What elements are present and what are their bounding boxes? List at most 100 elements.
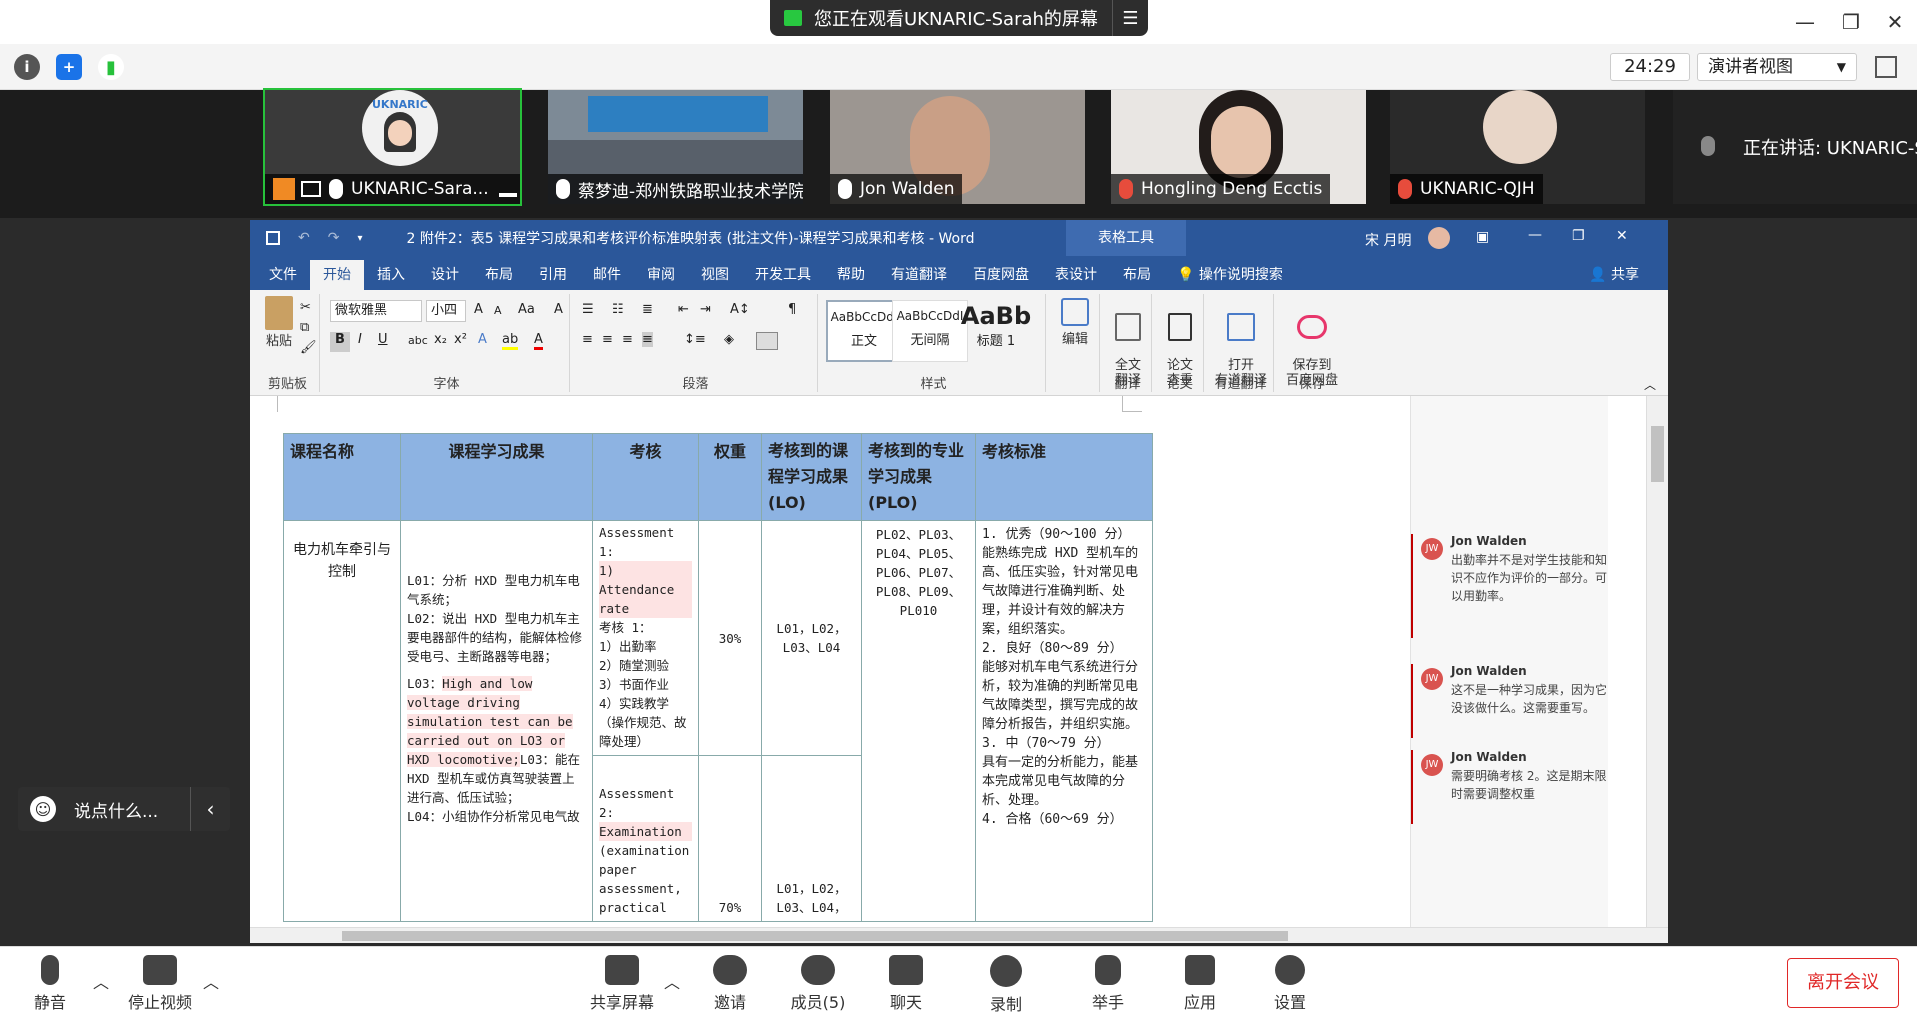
copy-icon[interactable]: ⧉ [300,320,309,335]
minimize-icon[interactable]: — [1528,227,1542,243]
tab-design[interactable]: 设计 [418,260,472,290]
emoji-icon[interactable]: ☺ [30,796,56,822]
tab-help[interactable]: 帮助 [824,260,878,290]
shield-icon[interactable]: + [56,54,82,80]
chat-input-widget[interactable]: ☺ 说点什么... ‹ [18,787,230,831]
edit-button[interactable]: 编辑 [1056,298,1094,347]
course-name-cell[interactable]: 电力机车牵引与控制 [283,520,401,922]
borders-icon[interactable] [756,332,778,350]
numbering-icon[interactable]: ☷ [612,302,624,317]
underline-icon[interactable]: U [378,332,388,347]
decrease-indent-icon[interactable]: ⇤ [678,302,689,317]
lo-1-cell[interactable]: L01，L02，L03、L04 [761,520,862,756]
italic-icon[interactable]: I [358,332,362,347]
restore-icon[interactable]: ❐ [1572,228,1585,244]
tab-file[interactable]: 文件 [256,260,310,290]
font-color-icon[interactable]: A [534,332,543,350]
tab-view[interactable]: 视图 [688,260,742,290]
horizontal-scrollbar[interactable] [250,927,1668,943]
tab-youdao[interactable]: 有道翻译 [878,260,960,290]
line-spacing-icon[interactable]: ↕≡ [684,332,706,347]
grow-font-icon[interactable]: A [474,302,483,317]
cut-icon[interactable]: ✂ [300,300,311,315]
text-effects-icon[interactable]: A [478,332,487,347]
close-icon[interactable]: ✕ [1616,228,1628,244]
quick-access-dropdown-icon[interactable]: ▾ [357,233,362,244]
increase-indent-icon[interactable]: ⇥ [700,302,711,317]
ribbon-display-icon[interactable]: ▣ [1476,229,1489,245]
change-case-icon[interactable]: Aa [518,302,535,317]
fullscreen-icon[interactable] [1875,56,1897,78]
shading-icon[interactable]: ◈ [724,332,734,347]
comment-card[interactable]: JW Jon Walden 需要明确考核 2。这是期末限时需要调整权重 [1411,750,1611,824]
chat-button[interactable]: 聊天 [866,955,946,1013]
align-right-icon[interactable]: ≡ [622,332,633,347]
chevron-up-icon[interactable]: ︿ [203,969,219,993]
participants-button[interactable]: 成员(5) [778,955,858,1013]
undo-icon[interactable]: ↶ [298,230,310,246]
close-icon[interactable]: ✕ [1880,8,1910,36]
video-tile-hongling-deng[interactable]: Hongling Deng Ecctis [1111,90,1366,204]
video-tile-qjh[interactable]: UKNARIC-QJH [1390,90,1645,204]
user-avatar[interactable] [1428,227,1450,249]
font-size-select[interactable]: 小四 [426,300,466,322]
font-name-select[interactable]: 微软雅黑 [330,300,422,322]
paste-button[interactable]: 粘贴 [262,296,296,349]
video-tile-jon-walden[interactable]: Jon Walden [830,90,1085,204]
comment-card[interactable]: JW Jon Walden 出勤率并不是对学生技能和知识不应作为评价的一部分。可… [1411,534,1611,638]
justify-icon[interactable]: ≡ [642,332,653,347]
tab-home[interactable]: 开始 [310,260,364,290]
view-mode-button[interactable]: 演讲者视图 ▼ [1697,53,1857,81]
info-icon[interactable]: i [14,54,40,80]
invite-button[interactable]: 邀请 [690,955,770,1013]
apps-button[interactable]: 应用 [1160,955,1240,1013]
minimize-icon[interactable]: — [1790,8,1820,36]
style-no-spacing[interactable]: AaBbCcDdI 无间隔 [892,300,968,362]
settings-button[interactable]: 设置 [1250,955,1330,1013]
assessment-1-cell[interactable]: Assessment 1: 1) Attendance rate 考核 1： 1… [592,520,699,756]
tab-layout[interactable]: 布局 [472,260,526,290]
clear-format-icon[interactable]: A [554,302,563,317]
tab-table-layout[interactable]: 布局 [1110,260,1164,290]
redo-icon[interactable]: ↷ [328,230,340,246]
multilevel-list-icon[interactable]: ≣ [642,302,653,317]
subscript-icon[interactable]: x₂ [434,332,447,347]
format-painter-icon[interactable]: 🖌 [300,340,317,355]
chevron-up-icon[interactable]: ︿ [93,969,109,993]
video-tile-classroom[interactable]: 蔡梦迪-郑州铁路职业技术学院 [548,90,803,204]
lo-2-cell[interactable]: L01，L02，L03、L04， [761,755,862,922]
learning-outcomes-cell[interactable]: L01：分析 HXD 型电力机车电气系统； L02：说出 HXD 型电力机车主要… [400,520,593,922]
bullets-icon[interactable]: ☰ [582,302,594,317]
show-marks-icon[interactable]: ¶ [788,302,796,317]
scroll-thumb[interactable] [342,931,1288,941]
strikethrough-icon[interactable]: abc [408,334,428,347]
vertical-scrollbar[interactable] [1646,396,1668,927]
collapse-ribbon-icon[interactable]: ︿ [1644,376,1656,393]
record-button[interactable]: 录制 [966,955,1046,1015]
align-left-icon[interactable]: ≡ [582,332,593,347]
tab-insert[interactable]: 插入 [364,260,418,290]
tab-developer[interactable]: 开发工具 [742,260,824,290]
video-tile-sarah[interactable]: UKNARIC UKNARIC-Sara... [263,88,522,206]
tab-table-design[interactable]: 表设计 [1042,260,1110,290]
share-button[interactable]: 👤 共享 [1576,260,1652,290]
chevron-left-icon[interactable]: ‹ [190,787,230,831]
raise-hand-button[interactable]: 举手 [1068,955,1148,1013]
shrink-font-icon[interactable]: A [494,304,502,317]
menu-icon[interactable]: ☰ [1112,0,1148,36]
tab-review[interactable]: 审阅 [634,260,688,290]
style-heading-1[interactable]: AaBb 标题 1 [958,300,1034,362]
superscript-icon[interactable]: x² [454,332,467,347]
criteria-cell[interactable]: 1. 优秀（90～100 分） 能熟练完成 HXD 型机车的高、低压实验，针对常… [975,520,1153,922]
weight-1-cell[interactable]: 30% [698,520,762,756]
stop-video-button[interactable]: 停止视频 [120,955,200,1013]
assessment-2-cell[interactable]: Assessment 2: Examination (examination p… [592,755,699,922]
mute-button[interactable]: 静音 [10,955,90,1013]
highlight-icon[interactable]: ab [502,332,519,350]
tab-mailings[interactable]: 邮件 [580,260,634,290]
comment-card[interactable]: JW Jon Walden 这不是一种学习成果，因为它没该做什么。这需要重写。 [1411,664,1611,738]
weight-2-cell[interactable]: 70% [698,755,762,922]
scroll-thumb[interactable] [1651,426,1664,482]
sort-icon[interactable]: A↕ [730,302,750,317]
bold-icon[interactable]: B [330,332,350,352]
